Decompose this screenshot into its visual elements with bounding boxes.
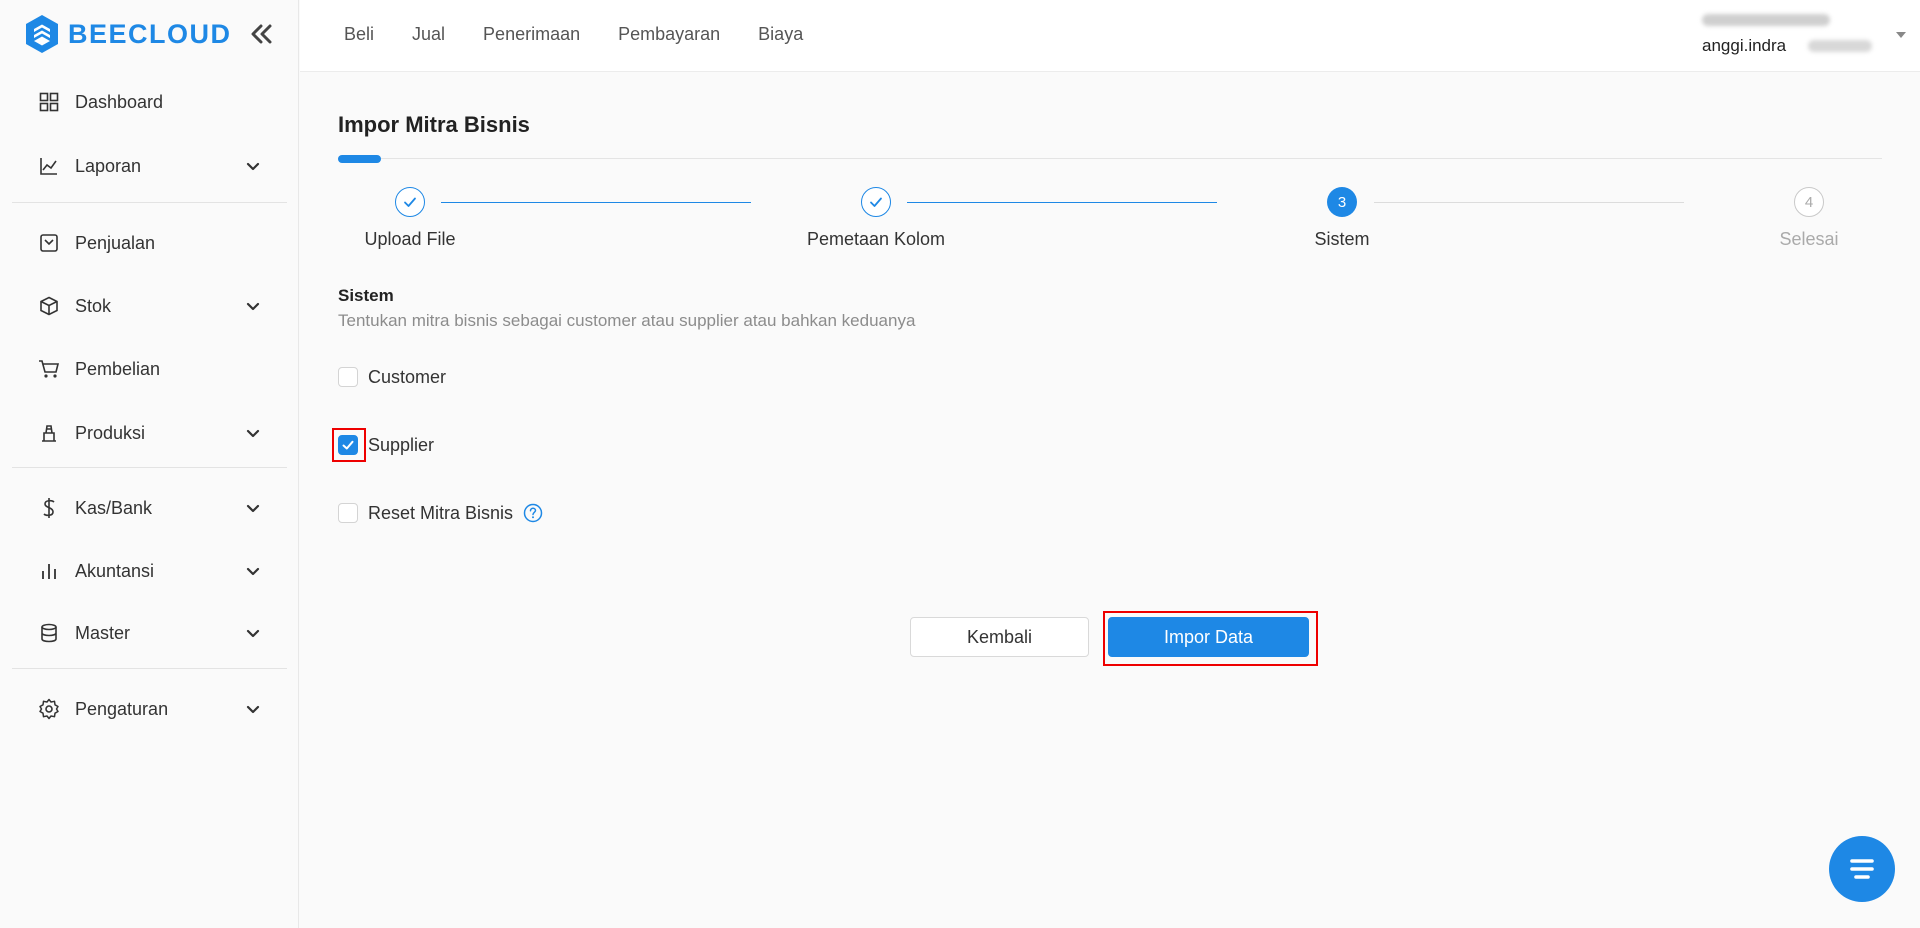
box-icon <box>38 295 60 317</box>
receipt-icon <box>38 232 60 254</box>
step-label: Sistem <box>1314 229 1370 249</box>
import-data-button[interactable]: Impor Data <box>1108 617 1309 657</box>
collapse-sidebar-button[interactable] <box>247 20 275 48</box>
checkmark-icon <box>342 440 354 450</box>
brand-name: BEECLOUD <box>68 18 232 49</box>
step-label: Selesai <box>1779 229 1839 249</box>
reset-mitra-bisnis-label: Reset Mitra Bisnis <box>368 502 514 523</box>
stepper: Upload File Pemetaan Kolom 3 Sistem 4 Se… <box>338 187 1882 267</box>
caret-down-icon <box>1896 32 1906 38</box>
sidebar-item-label: Pembelian <box>75 358 161 379</box>
gear-icon <box>38 698 60 720</box>
title-accent-bar <box>338 155 381 163</box>
chart-line-icon <box>38 155 60 177</box>
database-icon <box>38 622 60 644</box>
topbar: Beli Jual Penerimaan Pembayaran Biaya an… <box>300 0 1920 72</box>
chevron-down-icon <box>246 429 260 438</box>
step-sistem: 3 Sistem <box>1242 187 1442 250</box>
chevron-down-icon <box>246 302 260 311</box>
user-email: anggi.indra <box>1702 36 1787 55</box>
double-chevron-left-icon <box>251 24 272 44</box>
reset-mitra-bisnis-checkbox[interactable] <box>338 503 358 523</box>
sidebar-item-label: Akuntansi <box>75 560 155 581</box>
sidebar-item-label: Stok <box>75 295 112 316</box>
sidebar-item-produksi[interactable]: Produksi <box>0 401 299 465</box>
chat-icon <box>1850 859 1874 879</box>
sidebar: BEECLOUD Dashboard Laporan Penjualan Sto… <box>0 0 299 928</box>
chevron-down-icon <box>246 629 260 638</box>
sidebar-item-label: Master <box>75 622 131 643</box>
sidebar-item-pengaturan[interactable]: Pengaturan <box>0 677 299 741</box>
step-label: Upload File <box>364 229 456 249</box>
sidebar-item-akuntansi[interactable]: Akuntansi <box>0 540 299 602</box>
chevron-down-icon <box>246 705 260 714</box>
user-menu[interactable]: anggi.indra <box>1700 10 1906 58</box>
brand-logo[interactable]: BEECLOUD <box>24 14 232 54</box>
sidebar-item-laporan[interactable]: Laporan <box>0 126 299 206</box>
help-circle-icon[interactable] <box>523 503 543 523</box>
nav-divider <box>12 668 287 669</box>
sidebar-item-label: Pengaturan <box>75 698 169 719</box>
customer-checkbox[interactable] <box>338 367 358 387</box>
factory-icon <box>38 422 60 444</box>
customer-label: Customer <box>368 366 447 387</box>
sidebar-nav: Dashboard Laporan Penjualan Stok Pembeli… <box>0 78 299 741</box>
step-pemetaan-kolom: Pemetaan Kolom <box>776 187 976 250</box>
app-root: BEECLOUD Dashboard Laporan Penjualan Sto… <box>0 0 1920 928</box>
user-company-blurred <box>1702 14 1830 26</box>
supplier-label: Supplier <box>368 434 435 455</box>
step-number: 4 <box>1794 187 1824 217</box>
main-content: Impor Mitra Bisnis Upload File Pemetaan … <box>300 72 1920 928</box>
sidebar-item-kas-bank[interactable]: Kas/Bank <box>0 476 299 540</box>
sidebar-item-pembelian[interactable]: Pembelian <box>0 337 299 401</box>
step-done-check-icon <box>395 187 425 217</box>
top-nav: Beli Jual Penerimaan Pembayaran Biaya <box>344 0 841 68</box>
grid-icon <box>38 91 60 113</box>
topnav-pembayaran[interactable]: Pembayaran <box>618 24 720 45</box>
topnav-beli[interactable]: Beli <box>344 24 374 45</box>
sidebar-item-label: Laporan <box>75 155 142 176</box>
chevron-down-icon <box>246 567 260 576</box>
sidebar-item-dashboard[interactable]: Dashboard <box>0 78 299 126</box>
sidebar-item-label: Dashboard <box>75 91 164 112</box>
topnav-biaya[interactable]: Biaya <box>758 24 803 45</box>
step-upload-file: Upload File <box>310 187 510 250</box>
step-label: Pemetaan Kolom <box>806 229 946 249</box>
supplier-checkbox[interactable] <box>338 435 358 455</box>
section-description: Tentukan mitra bisnis sebagai customer a… <box>338 311 916 330</box>
chevron-down-icon <box>246 504 260 513</box>
bar-chart-icon <box>38 560 60 582</box>
beecloud-logo-icon <box>26 15 58 53</box>
reset-mitra-bisnis-row[interactable]: Reset Mitra Bisnis <box>338 499 543 527</box>
customer-checkbox-row[interactable]: Customer <box>338 363 446 391</box>
cart-icon <box>38 358 60 380</box>
step-done-check-icon <box>861 187 891 217</box>
page-title: Impor Mitra Bisnis <box>338 112 530 137</box>
sidebar-item-label: Produksi <box>75 422 146 443</box>
back-button[interactable]: Kembali <box>910 617 1089 657</box>
chat-button[interactable] <box>1829 836 1895 902</box>
supplier-checkbox-row[interactable]: Supplier <box>338 431 434 459</box>
dollar-icon <box>38 497 60 519</box>
nav-divider <box>12 467 287 468</box>
sidebar-item-master[interactable]: Master <box>0 602 299 664</box>
section-title: Sistem <box>338 286 394 305</box>
sidebar-item-label: Kas/Bank <box>75 497 153 518</box>
topnav-penerimaan[interactable]: Penerimaan <box>483 24 580 45</box>
title-underline <box>338 158 1882 159</box>
chevron-down-icon <box>246 162 260 171</box>
user-email-blurred <box>1808 40 1872 52</box>
sidebar-item-penjualan[interactable]: Penjualan <box>0 211 299 275</box>
sidebar-item-stok[interactable]: Stok <box>0 275 299 337</box>
step-selesai: 4 Selesai <box>1709 187 1909 250</box>
topnav-jual[interactable]: Jual <box>412 24 445 45</box>
step-number: 3 <box>1327 187 1357 217</box>
sidebar-item-label: Penjualan <box>75 232 156 253</box>
